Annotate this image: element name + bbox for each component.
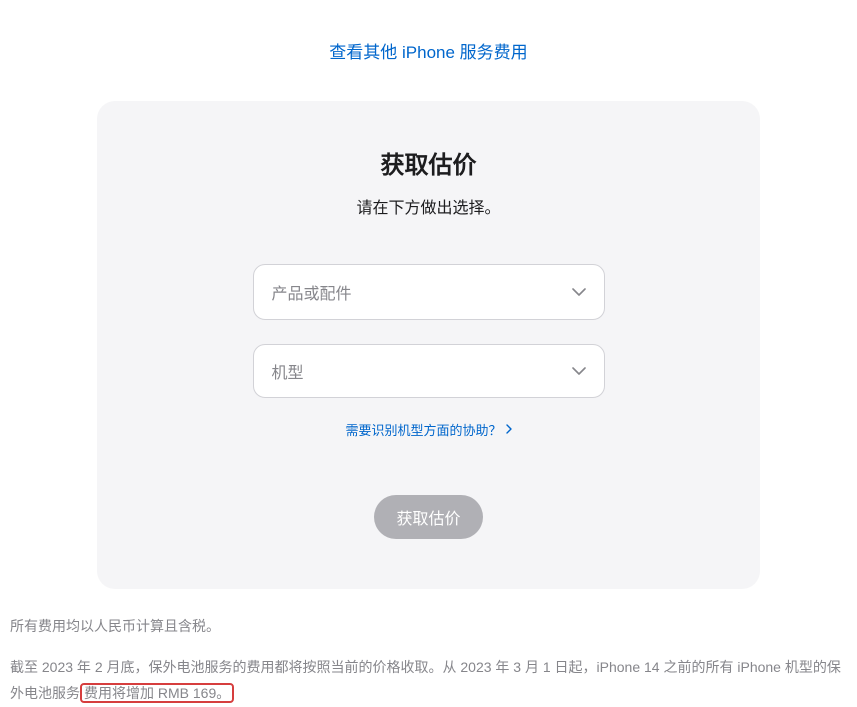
estimate-card: 获取估价 请在下方做出选择。 产品或配件 机型 需要识别机型方面的协助？ 获取估… [97,101,760,589]
price-increase-highlight: 费用将增加 RMB 169。 [80,683,234,703]
product-select-wrap: 产品或配件 [253,264,605,320]
chevron-down-icon [572,367,586,375]
footer-line-1: 所有费用均以人民币计算且含税。 [10,613,847,640]
chevron-right-icon [506,423,512,437]
product-select[interactable]: 产品或配件 [253,264,605,320]
product-select-placeholder: 产品或配件 [272,280,352,304]
footer-line-2: 截至 2023 年 2 月底，保外电池服务的费用都将按照当前的价格收取。从 20… [10,654,847,707]
other-services-link[interactable]: 查看其他 iPhone 服务费用 [329,43,527,62]
identify-model-help-link[interactable]: 需要识别机型方面的协助？ [345,420,511,439]
help-link-text: 需要识别机型方面的协助？ [345,420,501,439]
chevron-down-icon [572,288,586,296]
card-subtitle: 请在下方做出选择。 [147,194,710,218]
get-estimate-button[interactable]: 获取估价 [374,495,482,539]
footer-notes: 所有费用均以人民币计算且含税。 截至 2023 年 2 月底，保外电池服务的费用… [0,613,857,707]
model-select[interactable]: 机型 [253,344,605,398]
model-select-placeholder: 机型 [272,359,304,383]
model-select-wrap: 机型 [253,344,605,398]
card-title: 获取估价 [147,145,710,180]
